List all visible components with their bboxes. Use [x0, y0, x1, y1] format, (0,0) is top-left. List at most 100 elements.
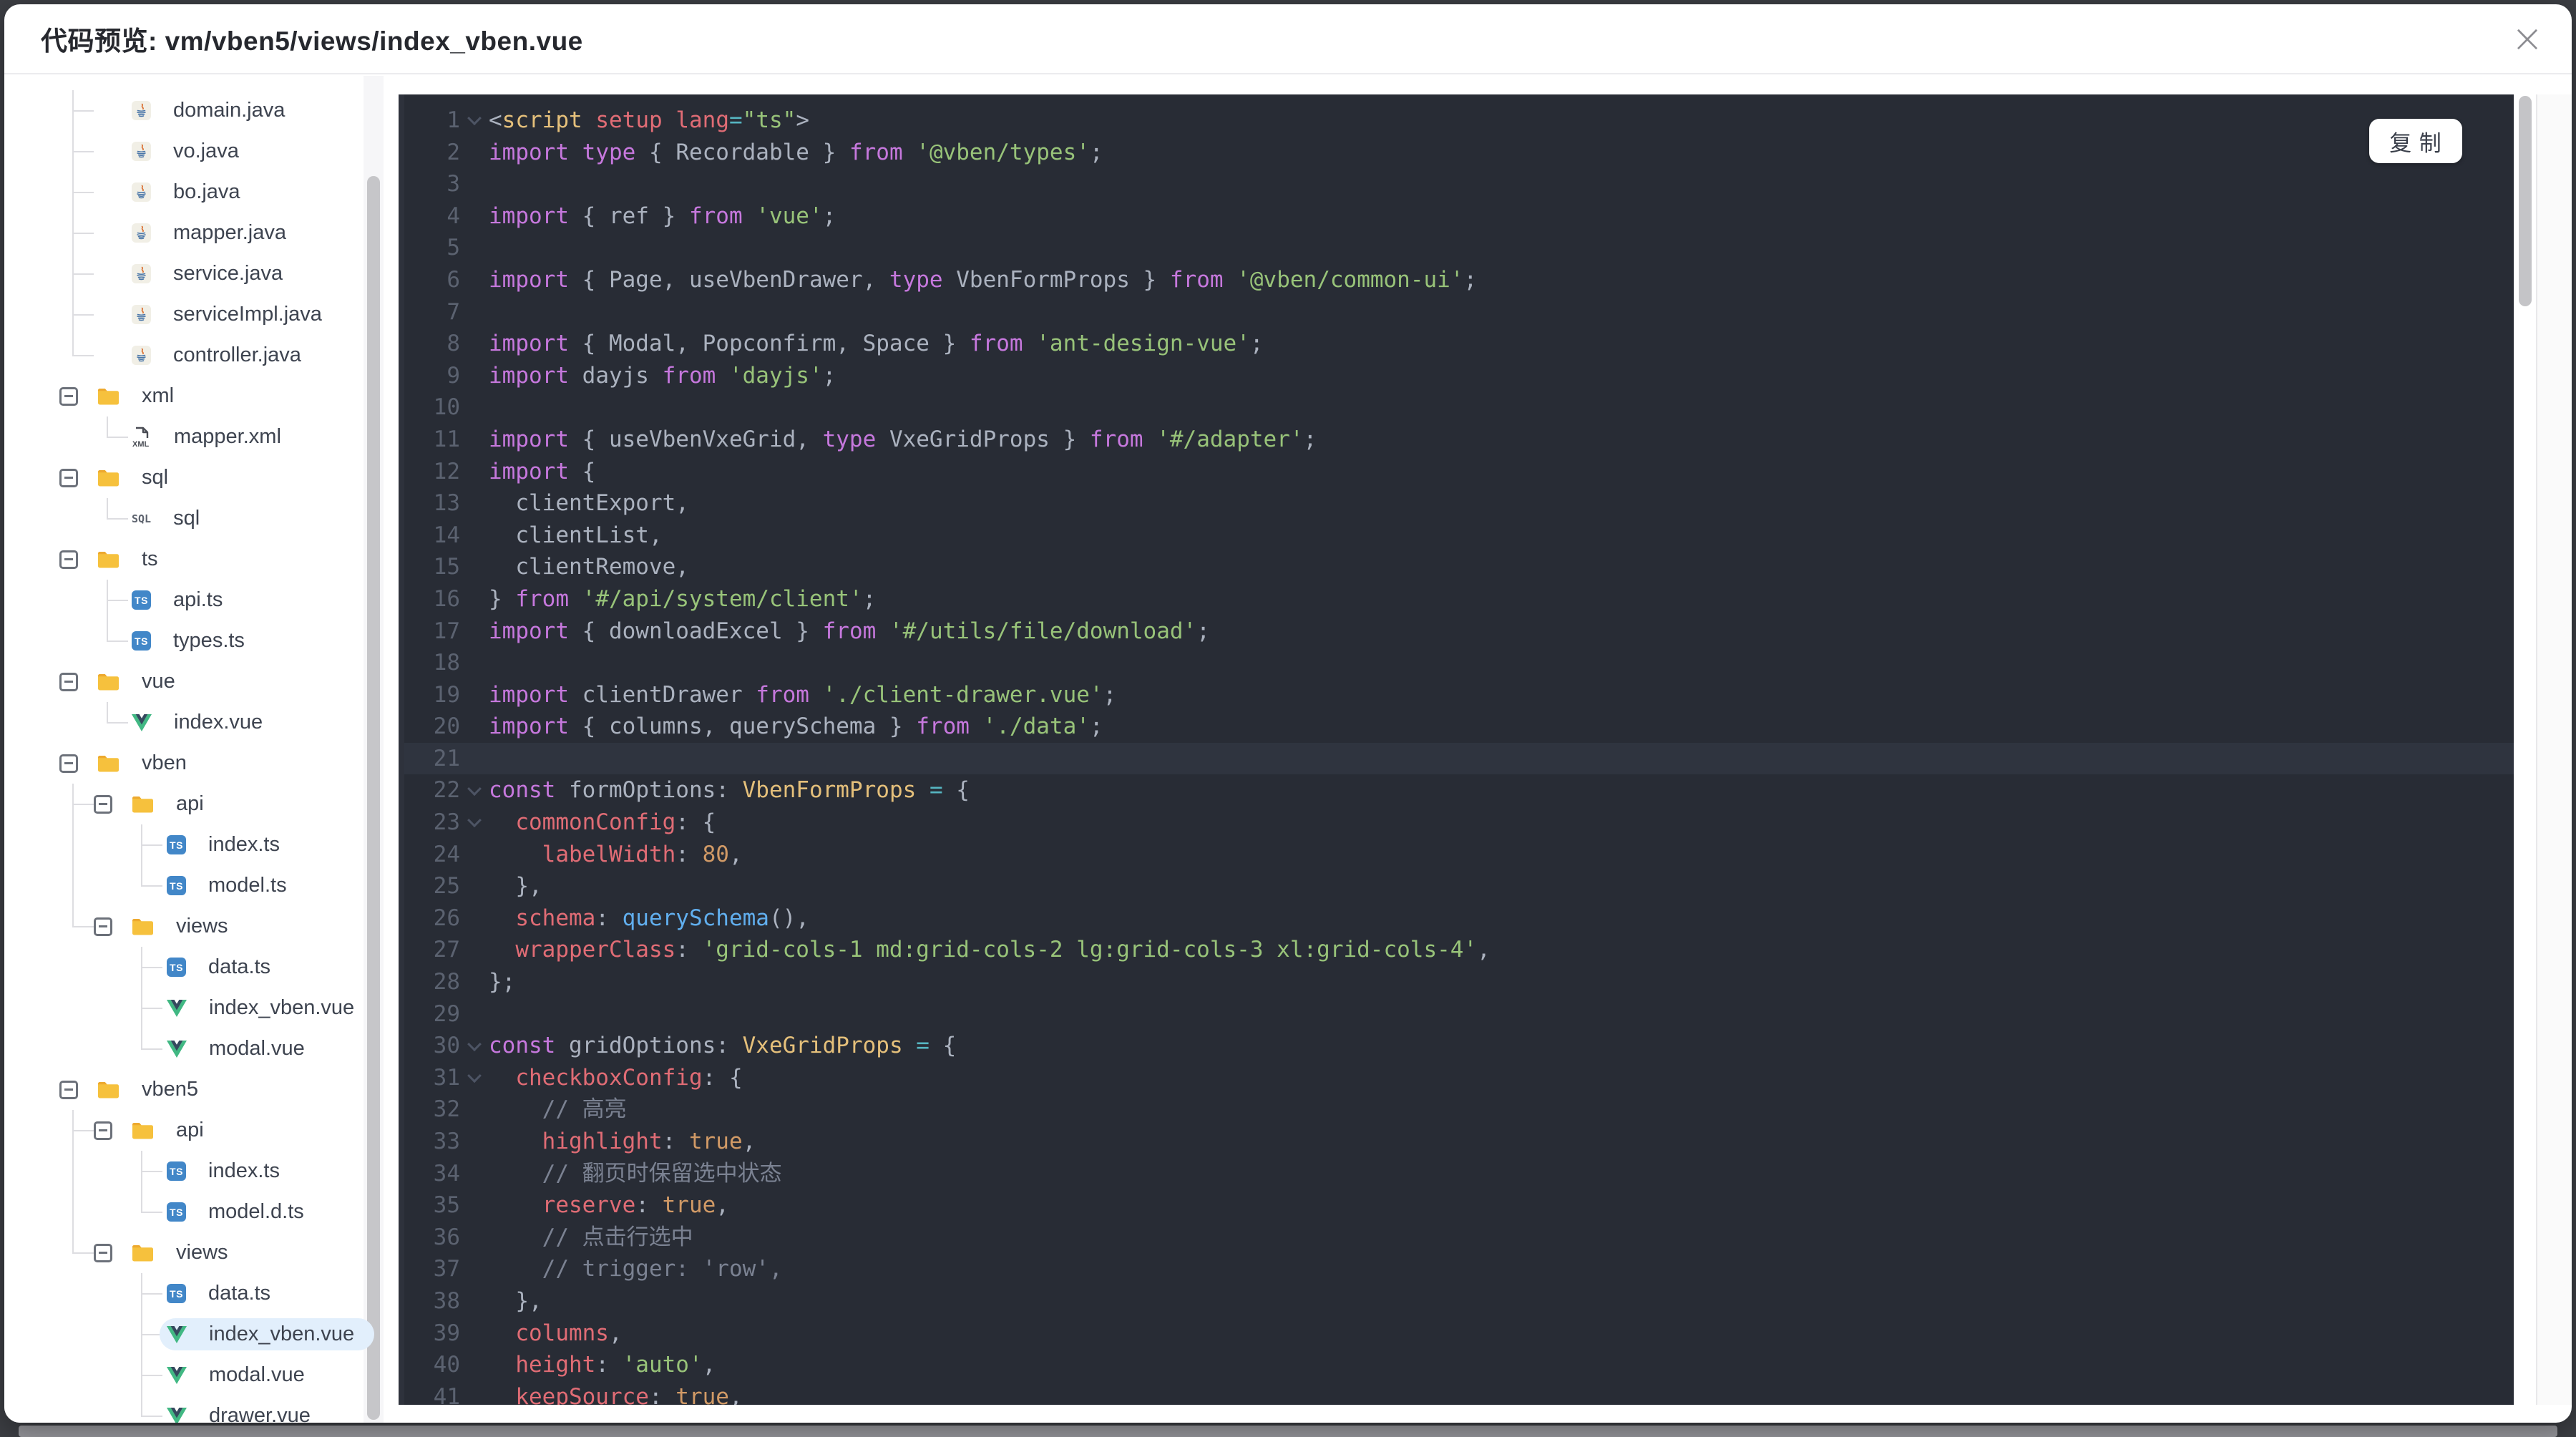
tree-item-body[interactable]: TS index.ts: [160, 1155, 300, 1187]
tree-item-body[interactable]: TS data.ts: [160, 951, 291, 983]
tree-item-index-vben-vue[interactable]: index_vben.vue: [4, 1314, 399, 1355]
tree-item-model-d-ts[interactable]: TS model.d.ts: [4, 1192, 399, 1232]
tree-item-label: ts: [142, 547, 158, 570]
tree-item-vben5[interactable]: vben5: [4, 1069, 399, 1110]
tree-item-views[interactable]: views: [4, 1232, 399, 1273]
tree-guide-line: [141, 1192, 142, 1212]
tree-item-body[interactable]: TS model.d.ts: [160, 1196, 324, 1228]
tree-item-body[interactable]: vben: [52, 747, 207, 779]
tree-item-vben[interactable]: vben: [4, 743, 399, 784]
line-number: 10: [433, 394, 460, 421]
code-scrollbar-thumb[interactable]: [2519, 96, 2532, 306]
tree-item-body[interactable]: domain.java: [125, 94, 305, 127]
tree-item-body[interactable]: modal.vue: [160, 1359, 325, 1391]
tree-item-serviceimpl-java[interactable]: serviceImpl.java: [4, 294, 399, 335]
fold-gutter: [460, 743, 489, 775]
tree-item-sql[interactable]: sql: [4, 457, 399, 498]
tree-item-views[interactable]: views: [4, 906, 399, 947]
tree-item-body[interactable]: ts: [52, 543, 178, 575]
tree-item-domain-java[interactable]: domain.java: [4, 90, 399, 131]
tree-item-label: sql: [142, 466, 169, 489]
collapse-minus-icon[interactable]: [59, 754, 78, 773]
fold-chevron-icon[interactable]: [467, 111, 482, 126]
tree-item-body[interactable]: mapper.java: [125, 217, 306, 249]
tree-scrollbar-thumb[interactable]: [367, 176, 380, 1420]
code-text: height: 'auto',: [515, 1352, 716, 1378]
tree-item-index-ts[interactable]: TS index.ts: [4, 1151, 399, 1192]
tree-item-data-ts[interactable]: TS data.ts: [4, 1273, 399, 1314]
collapse-minus-icon[interactable]: [94, 917, 112, 936]
tree-item-api-ts[interactable]: TS api.ts: [4, 580, 399, 620]
tree-item-vue[interactable]: vue: [4, 661, 399, 702]
tree-item-body[interactable]: TS api.ts: [125, 584, 243, 616]
tree-item-body[interactable]: sql: [52, 462, 188, 494]
tree-item-data-ts[interactable]: TS data.ts: [4, 947, 399, 988]
collapse-minus-icon[interactable]: [59, 1080, 78, 1099]
tree-item-service-java[interactable]: service.java: [4, 253, 399, 294]
fold-chevron-icon[interactable]: [467, 813, 482, 828]
tree-item-model-ts[interactable]: TS model.ts: [4, 865, 399, 906]
tree-item-xml[interactable]: xml: [4, 376, 399, 417]
tree-item-sql[interactable]: SQL sql: [4, 498, 399, 539]
fold-chevron-icon[interactable]: [467, 1068, 482, 1083]
ts-icon: TS: [132, 631, 151, 651]
tree-item-body[interactable]: modal.vue: [160, 1033, 325, 1065]
tree-item-body[interactable]: vben5: [52, 1073, 218, 1106]
tree-item-modal-vue[interactable]: modal.vue: [4, 1028, 399, 1069]
tree-item-body[interactable]: index_vben.vue: [160, 992, 374, 1024]
tree-item-body[interactable]: XML mapper.xml: [125, 421, 301, 453]
tree-item-bo-java[interactable]: bo.java: [4, 172, 399, 213]
tree-item-label: vben: [142, 751, 187, 774]
tree-item-index-ts[interactable]: TS index.ts: [4, 824, 399, 865]
tree-item-drawer-vue[interactable]: drawer.vue: [4, 1395, 399, 1423]
file-tree: domain.java vo.java bo.java mapper.java serv…: [4, 76, 399, 1423]
tree-item-body[interactable]: api: [87, 1114, 224, 1146]
fold-chevron-icon[interactable]: [467, 1036, 482, 1051]
tree-item-body[interactable]: views: [87, 1237, 248, 1269]
tree-item-api[interactable]: api: [4, 1110, 399, 1151]
tree-item-body[interactable]: api: [87, 788, 224, 820]
tree-guide-line: [141, 1028, 142, 1049]
tree-item-label: data.ts: [208, 1282, 271, 1305]
tree-item-body[interactable]: service.java: [125, 258, 303, 290]
fold-chevron-icon[interactable]: [467, 781, 482, 796]
collapse-minus-icon[interactable]: [59, 550, 78, 569]
tree-item-index-vue[interactable]: index.vue: [4, 702, 399, 743]
collapse-minus-icon[interactable]: [59, 672, 78, 691]
tree-item-body[interactable]: drawer.vue: [160, 1400, 331, 1423]
close-icon[interactable]: ×: [2499, 10, 2556, 67]
tree-item-mapper-java[interactable]: mapper.java: [4, 213, 399, 253]
tree-item-body[interactable]: TS model.ts: [160, 869, 307, 902]
collapse-minus-icon[interactable]: [94, 1121, 112, 1140]
tree-item-api[interactable]: api: [4, 784, 399, 824]
tree-item-selected-body[interactable]: index_vben.vue: [160, 1318, 375, 1350]
tree-item-vo-java[interactable]: vo.java: [4, 131, 399, 172]
tree-item-body[interactable]: TS index.ts: [160, 829, 300, 861]
collapse-minus-icon[interactable]: [59, 386, 78, 406]
collapse-minus-icon[interactable]: [94, 794, 112, 814]
tree-item-body[interactable]: vue: [52, 666, 195, 698]
tree-item-body[interactable]: TS data.ts: [160, 1277, 291, 1310]
tree-item-modal-vue[interactable]: modal.vue: [4, 1355, 399, 1395]
line-number: 13: [433, 490, 460, 517]
tree-item-body[interactable]: vo.java: [125, 135, 259, 167]
tree-item-index-vben-vue[interactable]: index_vben.vue: [4, 988, 399, 1028]
tree-item-body[interactable]: controller.java: [125, 339, 321, 371]
tree-item-body[interactable]: bo.java: [125, 176, 260, 208]
tree-item-mapper-xml[interactable]: XML mapper.xml: [4, 417, 399, 457]
tree-item-body[interactable]: index.vue: [125, 706, 283, 739]
tree-item-ts[interactable]: ts: [4, 539, 399, 580]
collapse-minus-icon[interactable]: [59, 468, 78, 487]
code-line: 21: [404, 742, 2514, 775]
tree-guide-line: [107, 620, 108, 641]
collapse-minus-icon[interactable]: [94, 1243, 112, 1262]
tree-item-body[interactable]: SQL sql: [125, 502, 220, 535]
tree-item-controller-java[interactable]: controller.java: [4, 335, 399, 376]
copy-button[interactable]: 复 制: [2369, 119, 2462, 163]
tree-item-types-ts[interactable]: TS types.ts: [4, 620, 399, 661]
tree-item-body[interactable]: xml: [52, 380, 194, 412]
fold-gutter: [460, 264, 489, 296]
tree-item-body[interactable]: TS types.ts: [125, 625, 265, 657]
tree-item-body[interactable]: views: [87, 910, 248, 942]
tree-item-body[interactable]: serviceImpl.java: [125, 298, 342, 331]
